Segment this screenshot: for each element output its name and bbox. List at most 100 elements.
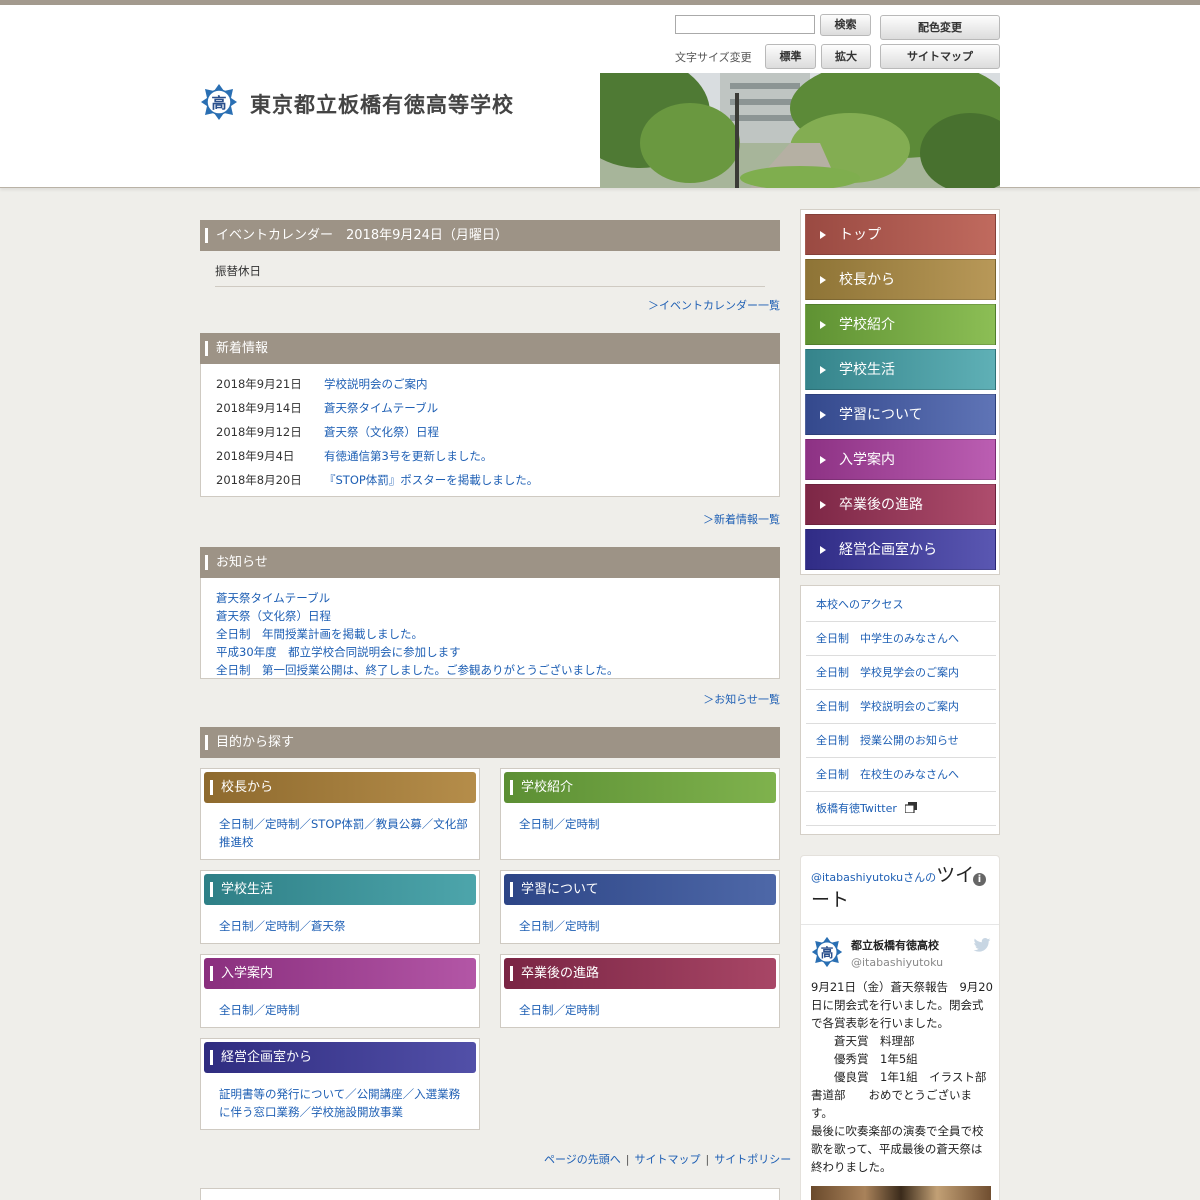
- school-name[interactable]: 東京都立板橋有徳高等学校: [250, 89, 514, 119]
- news-heading: 新着情報: [200, 333, 780, 364]
- notices-more-link[interactable]: ＞お知らせ一覧: [703, 691, 780, 707]
- separator: |: [705, 1153, 710, 1166]
- page-top-link[interactable]: ページの先頭へ: [544, 1153, 621, 1166]
- search-button[interactable]: 検索: [820, 14, 871, 36]
- category-school-life: 学校生活 全日制／定時制／蒼天祭: [200, 870, 480, 944]
- category-learning: 学習について 全日制／定時制: [500, 870, 780, 944]
- font-size-label: 文字サイズ変更: [675, 51, 752, 64]
- category-links[interactable]: 全日制／定時制／蒼天祭: [219, 917, 469, 935]
- twitter-handle-link[interactable]: @itabashiyutoku: [811, 871, 903, 884]
- list-item: 2018年9月12日 蒼天祭（文化祭）日程: [216, 425, 439, 439]
- category-links[interactable]: 全日制／定時制: [519, 917, 769, 935]
- purpose-heading: 目的から探す: [200, 727, 780, 758]
- category-links[interactable]: 全日制／定時制: [519, 1001, 769, 1019]
- nav-item-principal[interactable]: 校長から: [805, 259, 996, 300]
- notice-link[interactable]: 蒼天祭タイムテーブル: [216, 590, 330, 606]
- arrow-right-icon: [820, 276, 826, 284]
- school-logo-icon[interactable]: 高: [200, 83, 238, 121]
- category-admin-office: 経営企画室から 証明書等の発行について／公開講座／入選業務に伴う窓口業務／学校施…: [200, 1038, 480, 1130]
- twitter-widget-heading: @itabashiyutokuさんのツイート: [811, 864, 975, 911]
- category-heading[interactable]: 学校紹介: [504, 772, 776, 803]
- category-admission: 入学案内 全日制／定時制: [200, 954, 480, 1028]
- news-link[interactable]: 蒼天祭タイムテーブル: [324, 401, 438, 415]
- arrow-right-icon: [820, 456, 826, 464]
- notice-link[interactable]: 平成30年度 都立学校合同説明会に参加します: [216, 644, 461, 660]
- list-item: 2018年9月21日 学校説明会のご案内: [216, 377, 428, 391]
- site-header: 高 東京都立板橋有徳高等学校 検索 配色変更 文字サイズ変更 標準 拡大 サイト…: [0, 5, 1200, 188]
- notices-panel: 蒼天祭タイムテーブル 蒼天祭（文化祭）日程 全日制 年間授業計画を掲載しました。…: [200, 578, 780, 679]
- nav-item-career[interactable]: 卒業後の進路: [805, 484, 996, 525]
- nav-item-admission[interactable]: 入学案内: [805, 439, 996, 480]
- notice-link[interactable]: 全日制 年間授業計画を掲載しました。: [216, 626, 423, 642]
- category-links[interactable]: 全日制／定時制／STOP体罰／教員公募／文化部推進校: [219, 815, 469, 851]
- font-large-button[interactable]: 拡大: [821, 44, 871, 69]
- category-heading[interactable]: 卒業後の進路: [504, 958, 776, 989]
- category-career: 卒業後の進路 全日制／定時制: [500, 954, 780, 1028]
- category-heading[interactable]: 入学案内: [204, 958, 476, 989]
- category-heading[interactable]: 校長から: [204, 772, 476, 803]
- footer-links: ページの先頭へ | サイトマップ | サイトポリシー: [544, 1151, 791, 1167]
- avatar[interactable]: 高: [811, 936, 843, 968]
- nav-item-top[interactable]: トップ: [805, 214, 996, 255]
- quick-link-school-visit[interactable]: 全日制 学校見学会のご案内: [806, 656, 996, 690]
- arrow-right-icon: [820, 321, 826, 329]
- quick-links: 本校へのアクセス 全日制 中学生のみなさんへ 全日制 学校見学会のご案内 全日制…: [800, 585, 1000, 835]
- list-item: 2018年9月14日 蒼天祭タイムテーブル: [216, 401, 439, 415]
- separator: |: [625, 1153, 630, 1166]
- quick-link-twitter[interactable]: 板橋有徳Twitter: [806, 792, 996, 826]
- bottom-panel: [200, 1188, 780, 1200]
- category-links[interactable]: 全日制／定時制: [519, 815, 769, 833]
- font-standard-button[interactable]: 標準: [765, 44, 816, 69]
- divider: [801, 924, 999, 925]
- tweet-author-handle[interactable]: @itabashiyutoku: [851, 956, 943, 969]
- site-policy-link[interactable]: サイトポリシー: [714, 1153, 791, 1166]
- calendar-more-link[interactable]: ＞イベントカレンダー一覧: [648, 297, 780, 313]
- search-input[interactable]: [675, 15, 815, 34]
- arrow-right-icon: [820, 546, 826, 554]
- arrow-right-icon: [820, 411, 826, 419]
- external-window-icon: [904, 802, 918, 814]
- hero-image: [600, 73, 1000, 188]
- quick-link-students[interactable]: 全日制 在校生のみなさんへ: [806, 758, 996, 792]
- nav-item-admin-office[interactable]: 経営企画室から: [805, 529, 996, 570]
- category-heading[interactable]: 学校生活: [204, 874, 476, 905]
- twitter-bird-icon[interactable]: [973, 938, 991, 952]
- list-item: 2018年8月20日 『STOP体罰』ポスターを掲載しました。: [216, 473, 539, 487]
- news-panel: 2018年9月21日 学校説明会のご案内 2018年9月14日 蒼天祭タイムテーブル…: [200, 364, 780, 497]
- news-more-link[interactable]: ＞新着情報一覧: [703, 511, 780, 527]
- category-heading[interactable]: 学習について: [504, 874, 776, 905]
- tweet-author-name[interactable]: 都立板橋有徳高校: [851, 937, 939, 953]
- news-link[interactable]: 学校説明会のご案内: [324, 377, 428, 391]
- footer-sitemap-link[interactable]: サイトマップ: [635, 1153, 701, 1166]
- news-link[interactable]: 蒼天祭（文化祭）日程: [324, 425, 439, 439]
- nav-item-school-intro[interactable]: 学校紹介: [805, 304, 996, 345]
- category-heading[interactable]: 経営企画室から: [204, 1042, 476, 1073]
- tweet-photo[interactable]: [811, 1186, 991, 1200]
- quick-link-open-class[interactable]: 全日制 授業公開のお知らせ: [806, 724, 996, 758]
- nav-item-learning[interactable]: 学習について: [805, 394, 996, 435]
- calendar-entry: 振替休日: [215, 263, 765, 287]
- twitter-widget: @itabashiyutokuさんのツイート i 高 都立板橋有徳高校 @ita…: [800, 855, 1000, 1200]
- quick-link-access[interactable]: 本校へのアクセス: [806, 588, 996, 622]
- category-links[interactable]: 証明書等の発行について／公開講座／入選業務に伴う窓口業務／学校施設開放事業: [219, 1085, 469, 1121]
- news-link[interactable]: 有徳通信第3号を更新しました。: [324, 449, 492, 463]
- nav-item-school-life[interactable]: 学校生活: [805, 349, 996, 390]
- arrow-right-icon: [820, 231, 826, 239]
- arrow-right-icon: [820, 501, 826, 509]
- notice-link[interactable]: 全日制 第一回授業公開は、終了しました。ご参観ありがとうございました。: [216, 662, 619, 678]
- sitemap-button[interactable]: サイトマップ: [880, 44, 1000, 69]
- info-icon[interactable]: i: [973, 873, 986, 886]
- color-change-button[interactable]: 配色変更: [880, 15, 1000, 40]
- category-links[interactable]: 全日制／定時制: [219, 1001, 469, 1019]
- category-principal: 校長から 全日制／定時制／STOP体罰／教員公募／文化部推進校: [200, 768, 480, 860]
- quick-link-junior-high[interactable]: 全日制 中学生のみなさんへ: [806, 622, 996, 656]
- tweet-text: 9月21日（金）蒼天祭報告 9月20日に閉会式を行いました。閉会式で各賞表彰を行…: [811, 980, 993, 1174]
- svg-text:高: 高: [821, 945, 834, 960]
- arrow-right-icon: [820, 366, 826, 374]
- news-link[interactable]: 『STOP体罰』ポスターを掲載しました。: [324, 473, 538, 487]
- notices-heading: お知らせ: [200, 547, 780, 578]
- list-item: 2018年9月4日 有徳通信第3号を更新しました。: [216, 449, 493, 463]
- main-nav: トップ 校長から 学校紹介 学校生活 学習について 入学案内 卒業後の進路 経営…: [800, 209, 1000, 575]
- notice-link[interactable]: 蒼天祭（文化祭）日程: [216, 608, 331, 624]
- quick-link-info-session[interactable]: 全日制 学校説明会のご案内: [806, 690, 996, 724]
